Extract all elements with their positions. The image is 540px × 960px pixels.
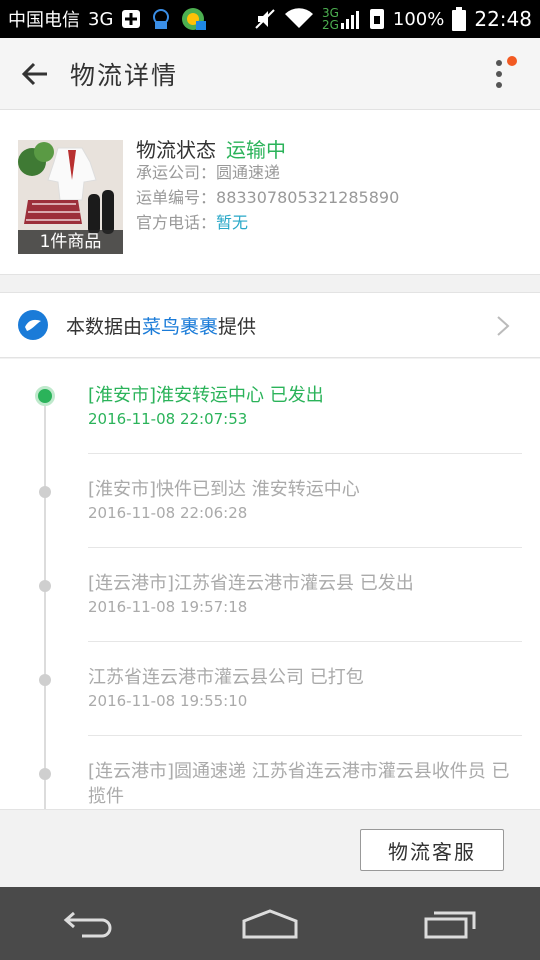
timeline-item-time: 2016-11-08 19:55:10 — [88, 692, 248, 710]
nav-recents-button[interactable] — [400, 887, 500, 960]
back-arrow-icon — [21, 62, 47, 85]
clock: 22:48 — [474, 7, 532, 31]
timeline-item-desc: [连云港市]江苏省连云港市灌云县 已发出 — [88, 573, 414, 594]
home-icon — [242, 908, 298, 938]
page-title: 物流详情 — [70, 60, 179, 90]
tracking-timeline: [淮安市]淮安转运中心 已发出 2016-11-08 22:07:53 [淮安市… — [0, 359, 540, 809]
package-info: 物流状态 运输中 承运公司： 圆通速递 运单编号： 88330780532128… — [136, 134, 399, 234]
timeline-item: [淮安市]快件已到达 淮安转运中心 2016-11-08 22:06:28 — [88, 477, 522, 522]
cainiao-link[interactable]: 菜鸟裹裹 — [142, 316, 218, 338]
sim-icon — [369, 8, 385, 30]
system-nav-bar — [0, 887, 540, 960]
timeline-item-time: 2016-11-08 22:07:53 — [88, 410, 248, 428]
battery-percent: 100% — [392, 8, 445, 30]
more-menu-button[interactable] — [494, 56, 524, 96]
carrier-label: 承运公司： — [136, 163, 217, 182]
nav-back-button[interactable] — [40, 887, 140, 960]
recents-icon — [424, 911, 476, 938]
official-phone-value: 暂无 — [216, 213, 249, 232]
chevron-right-icon — [497, 316, 510, 336]
mute-icon — [254, 8, 276, 30]
timeline-dot-current — [35, 386, 55, 406]
plus-notification-icon — [121, 9, 141, 29]
tracking-number-label: 运单编号： — [136, 188, 217, 207]
carrier-name: 中国电信 — [8, 10, 80, 31]
data-source-prefix: 本数据由 — [66, 315, 143, 338]
more-icon-dot — [496, 71, 502, 77]
timeline-separator — [88, 547, 522, 548]
more-icon-dot — [496, 82, 502, 88]
timeline-dot — [39, 580, 51, 592]
package-card: 1件商品 物流状态 运输中 承运公司： 圆通速递 运单编号： 883307805… — [0, 110, 540, 275]
timeline-item-time: 2016-11-08 19:57:18 — [88, 598, 248, 616]
network-type: 3G — [88, 8, 114, 30]
battery-icon — [452, 7, 467, 31]
data-source-text: 本数据由菜鸟裹裹提供 — [66, 312, 256, 339]
timeline-item: [淮安市]淮安转运中心 已发出 2016-11-08 22:07:53 — [88, 383, 522, 428]
wifi-icon — [284, 8, 314, 30]
notification-badge — [507, 56, 517, 66]
timeline-item-desc: [淮安市]快件已到达 淮安转运中心 — [88, 479, 360, 500]
timeline-dot — [39, 768, 51, 780]
chat-notification-icon — [149, 7, 173, 31]
data-source-suffix: 提供 — [218, 315, 257, 338]
timeline-separator — [88, 735, 522, 736]
timeline-dot — [39, 674, 51, 686]
bottom-action-bar: 物流客服 — [0, 809, 540, 887]
official-phone-label: 官方电话： — [136, 213, 217, 232]
tracking-number-value: 883307805321285890 — [216, 188, 400, 207]
nav-home-button[interactable] — [220, 887, 320, 960]
status-bar: 中国电信 3G 3G 2G 100% 22:48 — [0, 0, 540, 38]
timeline-separator — [88, 641, 522, 642]
signal-icon: 3G 2G — [322, 7, 361, 31]
timeline-separator — [88, 453, 522, 454]
timeline-item-time: 2016-11-08 22:06:28 — [88, 504, 248, 522]
carrier-value: 圆通速递 — [216, 163, 281, 182]
data-source-row[interactable]: 本数据由菜鸟裹裹提供 — [0, 292, 540, 358]
timeline-item: 江苏省连云港市灌云县公司 已打包 2016-11-08 19:55:10 — [88, 665, 522, 710]
item-count-label: 1件商品 — [18, 230, 123, 254]
back-button[interactable] — [0, 38, 70, 110]
more-icon — [496, 60, 502, 66]
logistics-service-button[interactable]: 物流客服 — [360, 829, 504, 871]
timeline-item-desc: [连云港市]圆通速递 江苏省连云港市灌云县收件员 已揽件 — [88, 761, 510, 807]
timeline-line — [44, 389, 46, 809]
product-thumbnail[interactable]: 1件商品 — [18, 140, 123, 254]
app-notification-icon — [181, 7, 207, 31]
back-icon — [63, 911, 112, 937]
cainiao-logo-icon — [18, 310, 48, 340]
timeline-item-desc: [淮安市]淮安转运中心 已发出 — [88, 385, 324, 406]
timeline-item: [连云港市]江苏省连云港市灌云县 已发出 2016-11-08 19:57:18 — [88, 571, 522, 616]
timeline-item-desc: 江苏省连云港市灌云县公司 已打包 — [88, 667, 364, 688]
app-bar: 物流详情 — [0, 38, 540, 110]
timeline-item: [连云港市]圆通速递 江苏省连云港市灌云县收件员 已揽件 — [88, 759, 522, 809]
timeline-dot — [39, 486, 51, 498]
